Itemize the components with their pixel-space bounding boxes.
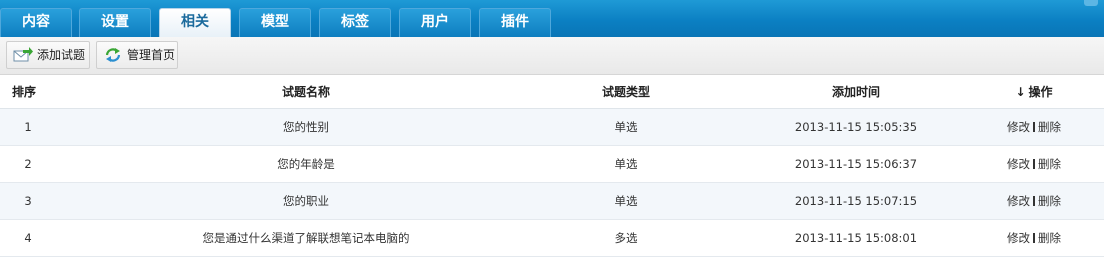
- manage-home-label: 管理首页: [127, 48, 176, 62]
- tab-users[interactable]: 用户: [399, 8, 471, 37]
- delete-link[interactable]: 删除: [1038, 193, 1061, 209]
- table-row: 1 您的性别 单选 2013-11-15 15:05:35 修改 删除: [0, 109, 1104, 146]
- delete-link[interactable]: 删除: [1038, 119, 1061, 135]
- tab-plugins[interactable]: 插件: [479, 8, 551, 37]
- action-separator: [1033, 233, 1035, 243]
- row-actions: 修改 删除: [996, 183, 1072, 219]
- row-actions: 修改 删除: [996, 146, 1072, 182]
- action-separator: [1033, 196, 1035, 206]
- topbar-corner-decoration: [1084, 0, 1098, 6]
- row-question-name: 您的性别: [283, 120, 329, 134]
- row-question-name: 您的年龄是: [277, 157, 335, 171]
- tab-settings[interactable]: 设置: [79, 8, 151, 37]
- row-question-type: 多选: [614, 231, 638, 245]
- row-order: 4: [24, 231, 32, 245]
- add-question-label: 添加试题: [37, 48, 86, 62]
- envelope-arrow-icon: [13, 47, 33, 62]
- manage-home-button[interactable]: 管理首页: [96, 41, 178, 69]
- toolbar: 添加试题 管理首页: [0, 37, 1104, 75]
- action-separator: [1033, 122, 1035, 132]
- tab-content[interactable]: 内容: [0, 8, 72, 37]
- edit-link[interactable]: 修改: [1007, 230, 1030, 246]
- row-question-name: 您是通过什么渠道了解联想笔记本电脑的: [202, 231, 410, 245]
- row-question-type: 单选: [614, 157, 638, 171]
- row-added-time: 2013-11-15 15:07:15: [794, 194, 918, 208]
- refresh-icon: [105, 48, 121, 62]
- column-header-ops[interactable]: ↓ 操作: [996, 75, 1072, 108]
- column-header-type[interactable]: 试题类型: [556, 75, 696, 108]
- top-nav-bar: 内容 设置 相关 模型 标签 用户 插件: [0, 0, 1104, 37]
- row-actions: 修改 删除: [996, 220, 1072, 256]
- row-added-time: 2013-11-15 15:06:37: [794, 157, 918, 171]
- questions-table: 排序 试题名称 试题类型 添加时间 ↓ 操作 1 您的性别 单选 2013-11…: [0, 75, 1104, 257]
- action-separator: [1033, 159, 1035, 169]
- tab-related[interactable]: 相关: [159, 8, 231, 37]
- row-added-time: 2013-11-15 15:08:01: [794, 231, 918, 245]
- tab-tags[interactable]: 标签: [319, 8, 391, 37]
- table-row: 4 您是通过什么渠道了解联想笔记本电脑的 多选 2013-11-15 15:08…: [0, 220, 1104, 257]
- row-question-name: 您的职业: [283, 194, 329, 208]
- edit-link[interactable]: 修改: [1007, 193, 1030, 209]
- row-question-type: 单选: [614, 120, 638, 134]
- table-row: 2 您的年龄是 单选 2013-11-15 15:06:37 修改 删除: [0, 146, 1104, 183]
- row-order: 3: [24, 194, 32, 208]
- tab-model[interactable]: 模型: [239, 8, 311, 37]
- row-order: 2: [24, 157, 32, 171]
- row-added-time: 2013-11-15 15:05:35: [794, 120, 918, 134]
- table-header: 排序 试题名称 试题类型 添加时间 ↓ 操作: [0, 75, 1104, 109]
- column-header-name[interactable]: 试题名称: [56, 75, 556, 108]
- edit-link[interactable]: 修改: [1007, 156, 1030, 172]
- arrow-down-icon: ↓: [1015, 84, 1026, 99]
- row-order: 1: [24, 120, 32, 134]
- table-row: 3 您的职业 单选 2013-11-15 15:07:15 修改 删除: [0, 183, 1104, 220]
- table-body: 1 您的性别 单选 2013-11-15 15:05:35 修改 删除 2 您的…: [0, 109, 1104, 257]
- row-actions: 修改 删除: [996, 109, 1072, 145]
- add-question-button[interactable]: 添加试题: [6, 41, 90, 69]
- delete-link[interactable]: 删除: [1038, 230, 1061, 246]
- column-header-time[interactable]: 添加时间: [696, 75, 1016, 108]
- row-question-type: 单选: [614, 194, 638, 208]
- edit-link[interactable]: 修改: [1007, 119, 1030, 135]
- delete-link[interactable]: 删除: [1038, 156, 1061, 172]
